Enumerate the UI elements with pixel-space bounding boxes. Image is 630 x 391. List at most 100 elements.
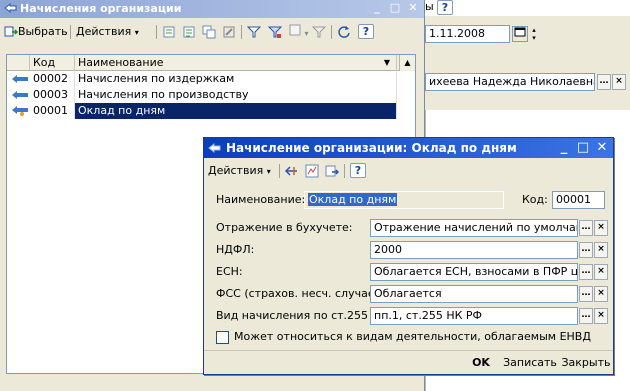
accounting-reflection-select-button[interactable]: … [579,220,593,236]
dropdown-arrow-icon: ▾ [134,28,139,37]
header-name-label: Наименование [78,56,164,69]
row-name: Начисления по издержкам [75,71,397,87]
ndfl-label: НДФЛ: [216,243,255,256]
header-code[interactable]: Код [30,55,75,71]
dialog-window-icon [208,142,221,154]
employee-select-button[interactable]: … [597,74,611,90]
accrual-type-label: Вид начисления по ст.255 НК: [216,309,392,322]
actions-menu[interactable]: Действия ▾ [76,24,139,40]
fss-clear-button[interactable]: × [594,286,608,302]
dialog-titlebar[interactable]: Начисление организации: Оклад по дням _ … [204,138,613,158]
toolbar-separator [156,25,157,39]
copy-icon[interactable] [202,25,216,39]
table-row-selected[interactable]: 00001 Оклад по дням [7,103,415,119]
add-icon[interactable] [162,25,176,39]
name-input[interactable]: Оклад по дням [304,191,504,209]
structure-icon[interactable] [305,164,319,178]
window-icon [4,2,17,14]
element-icon [12,75,28,83]
fss-label: ФСС (страхов. несч. случаев): [216,287,390,300]
dropdown-arrow-icon: ▾ [304,29,309,38]
list-filter-icon [289,24,301,36]
row-name: Начисления по производству [75,87,397,103]
accrual-type-input[interactable]: пп.1, ст.255 НК РФ [370,307,578,325]
name-label: Наименование: [216,193,306,206]
dialog-maximize-button[interactable]: □ [576,141,590,155]
list-window-title: Начисления организации [20,2,182,15]
accrual-type-select-button[interactable]: … [579,308,593,324]
background-title-text: ы [425,0,434,13]
calendar-icon [514,27,526,37]
select-icon [4,26,18,37]
fss-input[interactable]: Облагается [370,285,578,303]
accounting-reflection-input[interactable]: Отражение начислений по умолчанию [370,219,578,237]
add-group-icon[interactable] [182,25,196,39]
envd-checkbox-label: Может относиться к видам деятельности, о… [234,330,591,343]
date-spinner[interactable]: ▴ ▾ [530,26,538,42]
toolbar-separator [344,164,345,178]
envd-checkbox[interactable] [216,331,229,344]
go-to-icon[interactable] [285,164,299,178]
filter-dropdown[interactable]: ▾ [289,24,309,40]
ndfl-input[interactable]: 2000 [370,241,578,259]
close-button[interactable]: ✕ [406,1,420,15]
save-button[interactable]: Записать [502,353,558,373]
ndfl-select-button[interactable]: … [579,242,593,258]
scroll-up-button[interactable]: ▲ [399,55,415,71]
maximize-button[interactable]: □ [388,1,402,15]
toolbar-separator [241,25,242,39]
employee-clear-button[interactable]: × [612,74,626,90]
toolbar-separator [279,164,280,178]
background-help-button[interactable]: ? [437,0,453,15]
list-toolbar: Выбрать Действия ▾ ▾ ? [0,21,424,43]
edit-icon[interactable] [222,25,236,39]
header-name[interactable]: Наименование ▼ [75,55,397,71]
select-button[interactable]: Выбрать [18,24,68,40]
refresh-icon[interactable] [337,25,351,39]
ok-button[interactable]: OK [466,353,496,373]
minimize-button[interactable]: _ [370,1,384,15]
close-dialog-button[interactable]: Закрыть [560,353,612,373]
dialog-actions-menu[interactable]: Действия ▾ [208,163,271,179]
fss-select-button[interactable]: … [579,286,593,302]
dialog-title: Начисление организации: Оклад по дням [226,141,517,155]
list-help-button[interactable]: ? [358,24,374,39]
esn-clear-button[interactable]: × [594,264,608,280]
accounting-reflection-label: Отражение в бухучете: [216,221,353,234]
row-code: 00001 [30,103,75,119]
accounting-reflection-clear-button[interactable]: × [594,220,608,236]
background-title-fragment: ы ? [425,0,630,16]
ndfl-clear-button[interactable]: × [594,242,608,258]
list-window-titlebar[interactable]: Начисления организации _ □ ✕ [0,0,424,18]
calendar-button[interactable] [512,26,528,42]
accrual-type-clear-button[interactable]: × [594,308,608,324]
element-edit-icon [12,106,28,116]
toolbar-separator [331,25,332,39]
table-header: Код Наименование ▼ ▲ [7,55,415,71]
row-name: Оклад по дням [75,103,397,119]
dialog-minimize-button[interactable]: _ [557,141,571,155]
dialog-toolbar: Действия ▾ ? [204,160,613,182]
employee-field[interactable]: ихеева Надежда Николаевна [425,73,595,91]
esn-input[interactable]: Облагается ЕСН, взносами в ПФР цель [370,263,578,281]
filter-icon[interactable] [247,25,261,39]
header-icon-column [7,55,30,71]
row-code: 00003 [30,87,75,103]
actions-menu-label: Действия [76,25,132,38]
dropdown-arrow-icon: ▾ [266,167,271,176]
dialog-help-button[interactable]: ? [350,163,366,178]
table-row[interactable]: 00003 Начисления по производству [7,87,415,103]
element-icon [12,91,28,99]
accrual-dialog: Начисление организации: Оклад по дням _ … [203,137,614,375]
related-docs-icon[interactable] [325,164,339,178]
table-row[interactable]: 00002 Начисления по издержкам [7,71,415,87]
sort-arrow-icon: ▼ [383,58,390,67]
clear-filter-icon[interactable] [312,25,326,39]
row-code: 00002 [30,71,75,87]
name-input-value: Оклад по дням [308,193,398,206]
code-input[interactable]: 00001 [552,191,605,209]
dialog-close-button[interactable]: ✕ [595,141,609,155]
filter-value-icon[interactable] [268,25,282,39]
esn-select-button[interactable]: … [579,264,593,280]
date-field[interactable]: 1.11.2008 [425,25,510,43]
